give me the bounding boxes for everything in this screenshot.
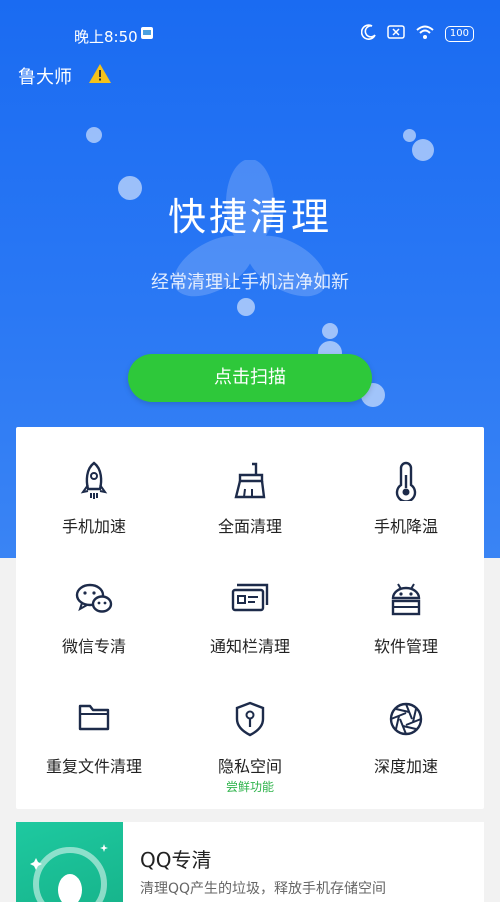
notification-card-icon xyxy=(231,583,269,612)
qq-card-description: 清理QQ产生的垃圾，释放手机存储空间 xyxy=(140,881,387,897)
tool-label: 重复文件清理 xyxy=(45,757,142,776)
tool-label: 隐私空间 xyxy=(217,757,282,776)
tool-label: 软件管理 xyxy=(373,637,438,656)
android-icon xyxy=(391,583,421,616)
scan-button[interactable]: 点击扫描 xyxy=(128,354,372,402)
tool-app-manager[interactable]: 软件管理 xyxy=(328,547,484,667)
notification-app-icon xyxy=(140,26,154,44)
battery-indicator: 100 xyxy=(444,26,474,42)
tool-label: 深度加速 xyxy=(373,757,438,776)
tool-notification-clean[interactable]: 通知栏清理 xyxy=(172,547,328,667)
wechat-icon xyxy=(75,583,113,613)
hero-subtitle: 经常清理让手机洁净如新 xyxy=(151,272,349,293)
warning-icon[interactable] xyxy=(88,62,112,88)
tool-label: 全面清理 xyxy=(217,517,282,536)
tool-label: 手机降温 xyxy=(373,517,438,536)
tool-wechat-clean[interactable]: 微信专清 xyxy=(16,547,172,667)
tool-label: 微信专清 xyxy=(61,637,126,656)
aperture-icon xyxy=(389,702,423,736)
rocket-icon xyxy=(80,461,108,499)
tool-deep-boost[interactable]: 深度加速 xyxy=(328,667,484,787)
folder-icon xyxy=(78,704,110,731)
bubble-decoration xyxy=(412,139,434,161)
bubble-decoration xyxy=(86,127,102,143)
qq-card-title: QQ专清 xyxy=(140,848,212,872)
tool-full-clean[interactable]: 全面清理 xyxy=(172,427,328,547)
moon-icon xyxy=(360,24,377,44)
trial-badge: 尝鲜功能 xyxy=(225,780,274,794)
status-time: 晚上8:50 xyxy=(74,28,138,46)
qq-illustration xyxy=(30,844,108,902)
app-name: 鲁大师 xyxy=(18,67,72,88)
brush-icon xyxy=(234,462,266,499)
sim-disabled-icon xyxy=(387,24,405,44)
tool-label: 通知栏清理 xyxy=(209,637,290,656)
tool-duplicate-files[interactable]: 重复文件清理 xyxy=(16,667,172,787)
shield-key-icon xyxy=(235,701,265,737)
tool-private-space[interactable]: 隐私空间 尝鲜功能 xyxy=(172,667,328,794)
tool-label: 手机加速 xyxy=(61,517,126,536)
wifi-icon xyxy=(415,24,435,44)
qq-clean-card[interactable]: QQ专清 清理QQ产生的垃圾，释放手机存储空间 xyxy=(16,822,484,902)
tool-phone-boost[interactable]: 手机加速 xyxy=(16,427,172,547)
bubble-decoration xyxy=(403,129,416,142)
status-bar: 晚上8:50 100 xyxy=(0,22,500,48)
qq-card-thumbnail xyxy=(16,822,123,902)
tools-grid: 手机加速 全面清理 手机降温 微信专清 通知栏清理 软件管理 重复文件清理 隐私… xyxy=(16,427,484,809)
status-icons: 100 xyxy=(360,24,474,44)
thermometer-icon xyxy=(395,461,417,501)
hero-title: 快捷清理 xyxy=(167,195,332,239)
tool-phone-cool[interactable]: 手机降温 xyxy=(328,427,484,547)
